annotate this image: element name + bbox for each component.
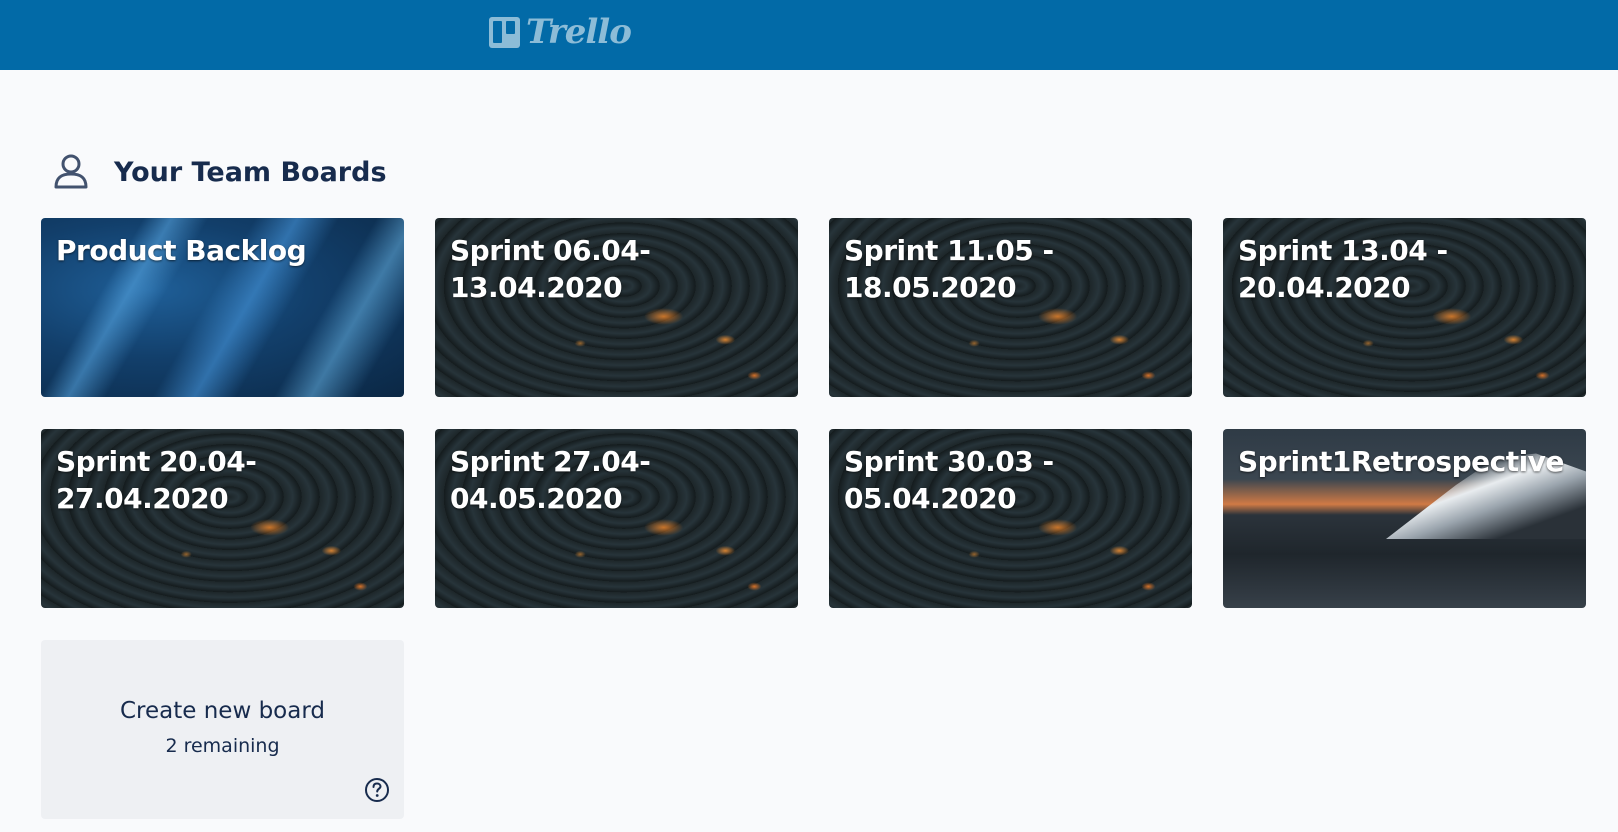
board-tile[interactable]: Sprint 11.05 -18.05.2020 bbox=[829, 218, 1192, 397]
board-tile[interactable]: Sprint 13.04 -20.04.2020 bbox=[1223, 218, 1586, 397]
boards-remaining-count: 2 remaining bbox=[165, 735, 280, 757]
board-tile[interactable]: Sprint1Retrospective bbox=[1223, 429, 1586, 608]
logo-text: Trello bbox=[526, 12, 632, 52]
board-tile[interactable]: Sprint 20.04- 27.04.2020 bbox=[41, 429, 404, 608]
trello-logo[interactable]: Trello bbox=[489, 12, 632, 52]
board-tile[interactable]: Sprint 27.04- 04.05.2020 bbox=[435, 429, 798, 608]
board-title: Sprint 06.04- 13.04.2020 bbox=[450, 234, 651, 304]
board-title: Sprint 11.05 -18.05.2020 bbox=[844, 234, 1054, 304]
section-title: Your Team Boards bbox=[114, 156, 387, 188]
board-tile[interactable]: Sprint 06.04- 13.04.2020 bbox=[435, 218, 798, 397]
team-boards-header: Your Team Boards bbox=[52, 152, 387, 192]
board-title: Product Backlog bbox=[56, 234, 307, 267]
create-board-label: Create new board bbox=[119, 698, 325, 724]
board-title: Sprint1Retrospective bbox=[1238, 445, 1564, 478]
user-icon bbox=[54, 154, 88, 189]
board-title: Sprint 30.03 -05.04.2020 bbox=[844, 445, 1054, 515]
board-tile[interactable]: Sprint 30.03 -05.04.2020 bbox=[829, 429, 1192, 608]
board-title: Sprint 13.04 -20.04.2020 bbox=[1238, 234, 1448, 304]
board-tile[interactable]: Product Backlog bbox=[41, 218, 404, 397]
trello-board-icon bbox=[489, 16, 520, 48]
create-new-board-button[interactable]: Create new board 2 remaining bbox=[41, 640, 404, 819]
question-circle-icon[interactable] bbox=[364, 777, 390, 803]
top-bar: Trello bbox=[0, 0, 1618, 70]
board-title: Sprint 27.04- 04.05.2020 bbox=[450, 445, 651, 515]
board-title: Sprint 20.04- 27.04.2020 bbox=[56, 445, 257, 515]
